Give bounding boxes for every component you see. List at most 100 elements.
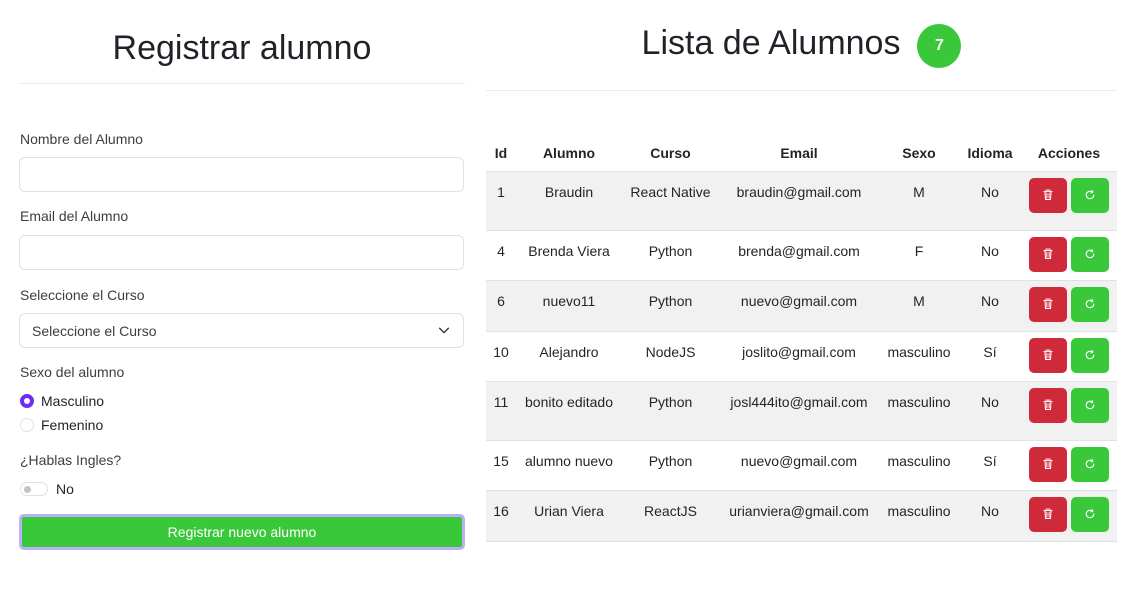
sex-label: Sexo del alumno bbox=[20, 364, 125, 380]
radio-masculino-indicator[interactable] bbox=[20, 394, 34, 408]
table-row: 11 bonito editado Python josl444ito@gmail.c… bbox=[486, 381, 1117, 441]
cell-alumno: nuevo11 bbox=[516, 280, 622, 332]
table-row: 1 Braudin React Native braudin@gmail.com M No bbox=[486, 171, 1117, 231]
delete-button[interactable] bbox=[1029, 286, 1067, 322]
form-divider bbox=[19, 83, 465, 84]
refresh-button[interactable] bbox=[1071, 496, 1109, 532]
refresh-icon bbox=[1084, 458, 1096, 470]
delete-button[interactable] bbox=[1029, 236, 1067, 272]
cell-id: 10 bbox=[486, 331, 516, 382]
radio-masculino[interactable]: Masculino bbox=[20, 393, 104, 409]
radio-femenino-label: Femenino bbox=[41, 417, 104, 433]
refresh-icon bbox=[1084, 248, 1096, 260]
cell-email: nuevo@gmail.com bbox=[719, 280, 879, 332]
cell-acciones bbox=[1021, 331, 1117, 382]
cell-idioma: No bbox=[959, 381, 1021, 441]
cell-curso: Python bbox=[622, 381, 719, 441]
cell-id: 11 bbox=[486, 381, 516, 441]
cell-curso: Python bbox=[622, 440, 719, 491]
table-row: 6 nuevo11 Python nuevo@gmail.com M No bbox=[486, 280, 1117, 332]
cell-acciones bbox=[1021, 440, 1117, 491]
delete-button[interactable] bbox=[1029, 177, 1067, 213]
delete-button[interactable] bbox=[1029, 387, 1067, 423]
cell-acciones bbox=[1021, 230, 1117, 281]
refresh-button[interactable] bbox=[1071, 177, 1109, 213]
student-count-badge: 7 bbox=[917, 24, 962, 68]
english-toggle-row[interactable]: No bbox=[20, 481, 74, 497]
refresh-icon bbox=[1084, 189, 1096, 201]
form-title: Registrar alumno bbox=[112, 29, 372, 67]
refresh-icon bbox=[1084, 508, 1096, 520]
name-label: Nombre del Alumno bbox=[20, 131, 143, 147]
table-header-row: Id Alumno Curso Email Sexo Idioma Accion… bbox=[486, 135, 1117, 172]
cell-sexo: M bbox=[879, 171, 959, 231]
cell-id: 16 bbox=[486, 490, 516, 542]
name-input[interactable] bbox=[19, 157, 464, 192]
cell-id: 15 bbox=[486, 440, 516, 491]
header-acciones: Acciones bbox=[1021, 135, 1117, 172]
refresh-button[interactable] bbox=[1071, 236, 1109, 272]
refresh-button[interactable] bbox=[1071, 387, 1109, 423]
cell-idioma: Sí bbox=[959, 331, 1021, 382]
course-select[interactable]: Seleccione el Curso bbox=[19, 313, 464, 348]
cell-id: 4 bbox=[486, 230, 516, 281]
refresh-button[interactable] bbox=[1071, 286, 1109, 322]
cell-curso: React Native bbox=[622, 171, 719, 231]
delete-button[interactable] bbox=[1029, 337, 1067, 373]
table-body: 1 Braudin React Native braudin@gmail.com M No… bbox=[486, 171, 1117, 542]
delete-button[interactable] bbox=[1029, 446, 1067, 482]
row-actions bbox=[1023, 286, 1115, 322]
cell-sexo: F bbox=[879, 230, 959, 281]
row-actions bbox=[1023, 337, 1115, 373]
list-divider bbox=[486, 90, 1117, 91]
table-row: 10 Alejandro NodeJS joslito@gmail.com mascul… bbox=[486, 331, 1117, 382]
refresh-button[interactable] bbox=[1071, 337, 1109, 373]
cell-idioma: No bbox=[959, 280, 1021, 332]
cell-sexo: masculino bbox=[879, 440, 959, 491]
toggle-knob bbox=[24, 486, 31, 493]
trash-icon bbox=[1042, 349, 1054, 361]
refresh-button[interactable] bbox=[1071, 446, 1109, 482]
course-select-value: Seleccione el Curso bbox=[32, 323, 157, 339]
english-label: ¿Hablas Ingles? bbox=[20, 452, 122, 468]
cell-sexo: masculino bbox=[879, 331, 959, 382]
row-actions bbox=[1023, 496, 1115, 532]
cell-alumno: Brenda Viera bbox=[516, 230, 622, 281]
trash-icon bbox=[1042, 248, 1054, 260]
table-row: 15 alumno nuevo Python nuevo@gmail.com mascu… bbox=[486, 440, 1117, 491]
english-toggle[interactable] bbox=[20, 482, 48, 496]
row-actions bbox=[1023, 236, 1115, 272]
header-alumno: Alumno bbox=[516, 135, 622, 172]
radio-femenino[interactable]: Femenino bbox=[20, 417, 103, 433]
email-label: Email del Alumno bbox=[20, 208, 129, 224]
cell-acciones bbox=[1021, 280, 1117, 332]
course-label: Seleccione el Curso bbox=[20, 287, 145, 303]
cell-acciones bbox=[1021, 490, 1117, 542]
cell-curso: Python bbox=[622, 280, 719, 332]
cell-id: 1 bbox=[486, 171, 516, 231]
trash-icon bbox=[1042, 298, 1054, 310]
trash-icon bbox=[1042, 458, 1054, 470]
email-input[interactable] bbox=[19, 235, 464, 270]
cell-email: braudin@gmail.com bbox=[719, 171, 879, 231]
refresh-icon bbox=[1084, 298, 1096, 310]
radio-femenino-indicator[interactable] bbox=[20, 418, 34, 432]
table-row: 16 Urian Viera ReactJS urianviera@gmail.com… bbox=[486, 490, 1117, 542]
cell-alumno: Urian Viera bbox=[516, 490, 622, 542]
trash-icon bbox=[1042, 508, 1054, 520]
delete-button[interactable] bbox=[1029, 496, 1067, 532]
cell-idioma: Sí bbox=[959, 440, 1021, 491]
register-button[interactable]: Registrar nuevo alumno bbox=[19, 514, 465, 550]
refresh-icon bbox=[1084, 349, 1096, 361]
header-sexo: Sexo bbox=[879, 135, 959, 172]
table-row: 4 Brenda Viera Python brenda@gmail.com F No bbox=[486, 230, 1117, 281]
header-id: Id bbox=[486, 135, 516, 172]
chevron-down-icon bbox=[437, 323, 451, 337]
cell-curso: ReactJS bbox=[622, 490, 719, 542]
cell-idioma: No bbox=[959, 490, 1021, 542]
cell-sexo: masculino bbox=[879, 381, 959, 441]
row-actions bbox=[1023, 446, 1115, 482]
cell-id: 6 bbox=[486, 280, 516, 332]
cell-acciones bbox=[1021, 381, 1117, 441]
cell-alumno: Braudin bbox=[516, 171, 622, 231]
